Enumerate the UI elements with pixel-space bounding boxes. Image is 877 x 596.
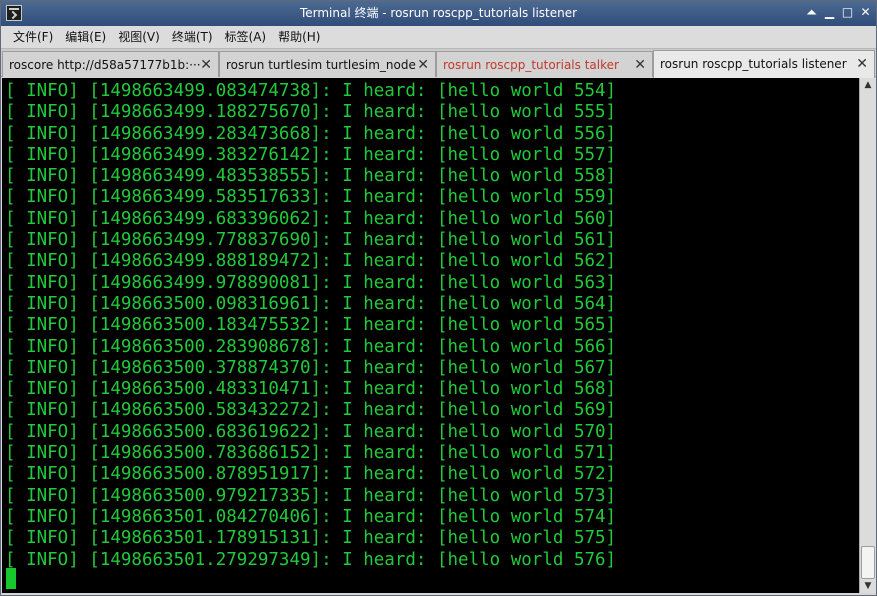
tab-label: roscore http://d58a57177b1b:··· <box>9 58 201 72</box>
terminal-line: [ INFO] [1498663500.979217335]: I heard:… <box>5 485 617 506</box>
menu-tabs[interactable]: 标签(A) <box>219 26 273 48</box>
menu-view[interactable]: 视图(V) <box>112 26 166 48</box>
tab-label: rosrun roscpp_tutorials talker <box>443 58 619 72</box>
terminal-line: [ INFO] [1498663499.683396062]: I heard:… <box>5 208 617 229</box>
menu-edit[interactable]: 编辑(E) <box>59 26 112 48</box>
tab-label: rosrun roscpp_tutorials listener <box>660 57 847 71</box>
scrollbar-thumb[interactable] <box>861 546 875 579</box>
tab-close-icon[interactable]: ✕ <box>417 52 429 77</box>
menu-help[interactable]: 帮助(H) <box>272 26 326 48</box>
tab-roscore[interactable]: roscore http://d58a57177b1b:··· ✕ <box>2 51 219 77</box>
terminal-line: [ INFO] [1498663499.383276142]: I heard:… <box>5 144 617 165</box>
terminal-line: [ INFO] [1498663499.483538555]: I heard:… <box>5 166 617 187</box>
maximize-icon[interactable]: □ <box>840 5 855 20</box>
terminal-line: [ INFO] [1498663499.083474738]: I heard:… <box>5 81 617 101</box>
terminal-line: [ INFO] [1498663500.378874370]: I heard:… <box>5 357 617 378</box>
terminal-line: [ INFO] [1498663499.778837690]: I heard:… <box>5 230 617 251</box>
tab-bar: roscore http://d58a57177b1b:··· ✕ rosrun… <box>1 48 876 78</box>
terminal-line: [ INFO] [1498663500.483310471]: I heard:… <box>5 379 617 400</box>
terminal-line: [ INFO] [1498663500.283908678]: I heard:… <box>5 336 617 357</box>
terminal-cursor <box>6 568 16 589</box>
close-icon[interactable]: ✕ <box>858 5 873 20</box>
vertical-scrollbar[interactable]: ▲ ▼ <box>859 78 876 593</box>
tab-turtlesim[interactable]: rosrun turtlesim turtlesim_node ✕ <box>219 51 436 77</box>
terminal-line: [ INFO] [1498663500.683619622]: I heard:… <box>5 421 617 442</box>
window-controls: ⏶ ▁ □ ✕ <box>804 5 873 20</box>
terminal-lines: [ INFO] [1498663499.083474738]: I heard:… <box>5 81 859 571</box>
menu-bar: 文件(F) 编辑(E) 视图(V) 终端(T) 标签(A) 帮助(H) <box>1 26 876 48</box>
scroll-down-icon[interactable]: ▼ <box>860 579 876 593</box>
tab-close-icon[interactable]: ✕ <box>200 52 212 77</box>
terminal-line: [ INFO] [1498663499.583517633]: I heard:… <box>5 187 617 208</box>
terminal-output[interactable]: [ INFO] [1498663499.083474738]: I heard:… <box>2 78 859 593</box>
terminal-line: [ INFO] [1498663499.283473668]: I heard:… <box>5 123 617 144</box>
terminal-line: [ INFO] [1498663501.178915131]: I heard:… <box>5 528 617 549</box>
terminal-line: [ INFO] [1498663500.583432272]: I heard:… <box>5 400 617 421</box>
terminal-line: [ INFO] [1498663500.183475532]: I heard:… <box>5 315 617 336</box>
terminal-line: [ INFO] [1498663501.084270406]: I heard:… <box>5 506 617 527</box>
terminal-line: [ INFO] [1498663499.978890081]: I heard:… <box>5 272 617 293</box>
tab-label: rosrun turtlesim turtlesim_node <box>226 58 416 72</box>
tab-close-icon[interactable]: ✕ <box>634 52 646 77</box>
scroll-up-icon[interactable]: ▲ <box>860 78 876 92</box>
terminal-line: [ INFO] [1498663500.098316961]: I heard:… <box>5 293 617 314</box>
tab-listener[interactable]: rosrun roscpp_tutorials listener ✕ <box>653 50 875 78</box>
terminal-window: Terminal 终端 - rosrun roscpp_tutorials li… <box>0 0 877 596</box>
terminal-line: [ INFO] [1498663499.188275670]: I heard:… <box>5 102 617 123</box>
menu-file[interactable]: 文件(F) <box>7 26 59 48</box>
menu-terminal[interactable]: 终端(T) <box>166 26 219 48</box>
tab-close-icon[interactable]: ✕ <box>856 51 868 77</box>
title-bar[interactable]: Terminal 终端 - rosrun roscpp_tutorials li… <box>1 1 876 26</box>
terminal-line: [ INFO] [1498663500.783686152]: I heard:… <box>5 443 617 464</box>
window-title: Terminal 终端 - rosrun roscpp_tutorials li… <box>299 6 578 20</box>
shade-icon[interactable]: ⏶ <box>804 5 819 20</box>
terminal-line: [ INFO] [1498663501.279297349]: I heard:… <box>5 549 617 570</box>
terminal-line: [ INFO] [1498663499.888189472]: I heard:… <box>5 251 617 272</box>
tab-talker[interactable]: rosrun roscpp_tutorials talker ✕ <box>436 51 653 77</box>
minimize-icon[interactable]: ▁ <box>822 5 837 20</box>
terminal-line: [ INFO] [1498663500.878951917]: I heard:… <box>5 464 617 485</box>
